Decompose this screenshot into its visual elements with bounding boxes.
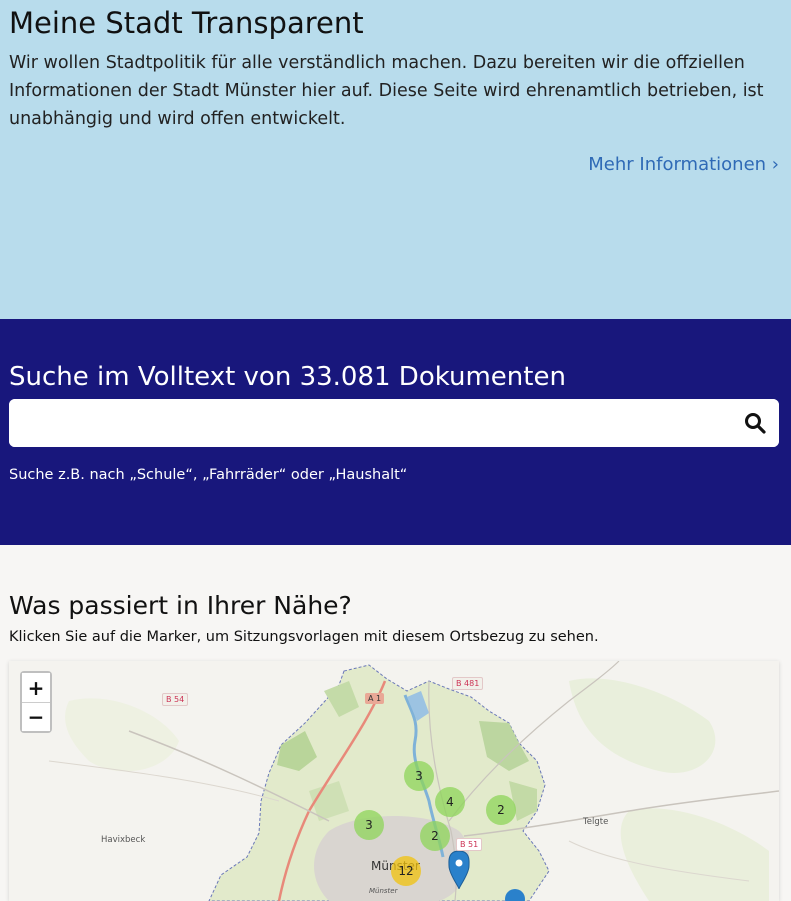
map[interactable]: A 1 B 481 B 54 B 51 Havixbeck Telgte Mün… — [9, 661, 779, 901]
search-input[interactable] — [9, 399, 779, 447]
road-shield-b481: B 481 — [452, 677, 484, 690]
map-cluster-marker[interactable]: 3 — [354, 810, 384, 840]
zoom-in-button[interactable]: + — [22, 673, 50, 702]
search-section: Suche im Volltext von 33.081 Dokumenten … — [0, 319, 791, 545]
map-label-telgte: Telgte — [583, 817, 609, 827]
search-hint: Suche z.B. nach „Schule“, „Fahrräder“ od… — [9, 467, 408, 483]
map-label-havixbeck: Havixbeck — [101, 835, 146, 845]
search-icon[interactable] — [743, 411, 767, 435]
zoom-control: + − — [20, 671, 52, 733]
intro-text: Wir wollen Stadtpolitik für alle verstän… — [9, 53, 764, 129]
road-shield-a1: A 1 — [365, 693, 385, 704]
intro-section: Meine Stadt Transparent Wir wollen Stadt… — [0, 0, 791, 319]
more-information-link[interactable]: Mehr Informationen › — [588, 154, 779, 175]
zoom-out-button[interactable]: − — [22, 702, 50, 731]
map-cluster-marker[interactable]: 4 — [435, 787, 465, 817]
map-cluster-marker[interactable]: 2 — [486, 795, 516, 825]
map-cluster-marker[interactable]: 2 — [420, 821, 450, 851]
nearby-section: Was passiert in Ihrer Nähe? Klicken Sie … — [0, 545, 791, 901]
search-title: Suche im Volltext von 33.081 Dokumenten — [9, 362, 566, 392]
search-box — [9, 399, 779, 447]
map-label-muenster-small: Münster — [369, 887, 398, 895]
nearby-title: Was passiert in Ihrer Nähe? — [9, 591, 352, 620]
map-cluster-marker[interactable]: 12 — [391, 856, 421, 886]
road-shield-b51: B 51 — [456, 838, 483, 851]
nearby-subtitle: Klicken Sie auf die Marker, um Sitzungsv… — [9, 629, 599, 645]
road-shield-b54: B 54 — [162, 693, 189, 706]
site-title: Meine Stadt Transparent — [9, 6, 364, 40]
map-cluster-marker[interactable]: 3 — [404, 761, 434, 791]
